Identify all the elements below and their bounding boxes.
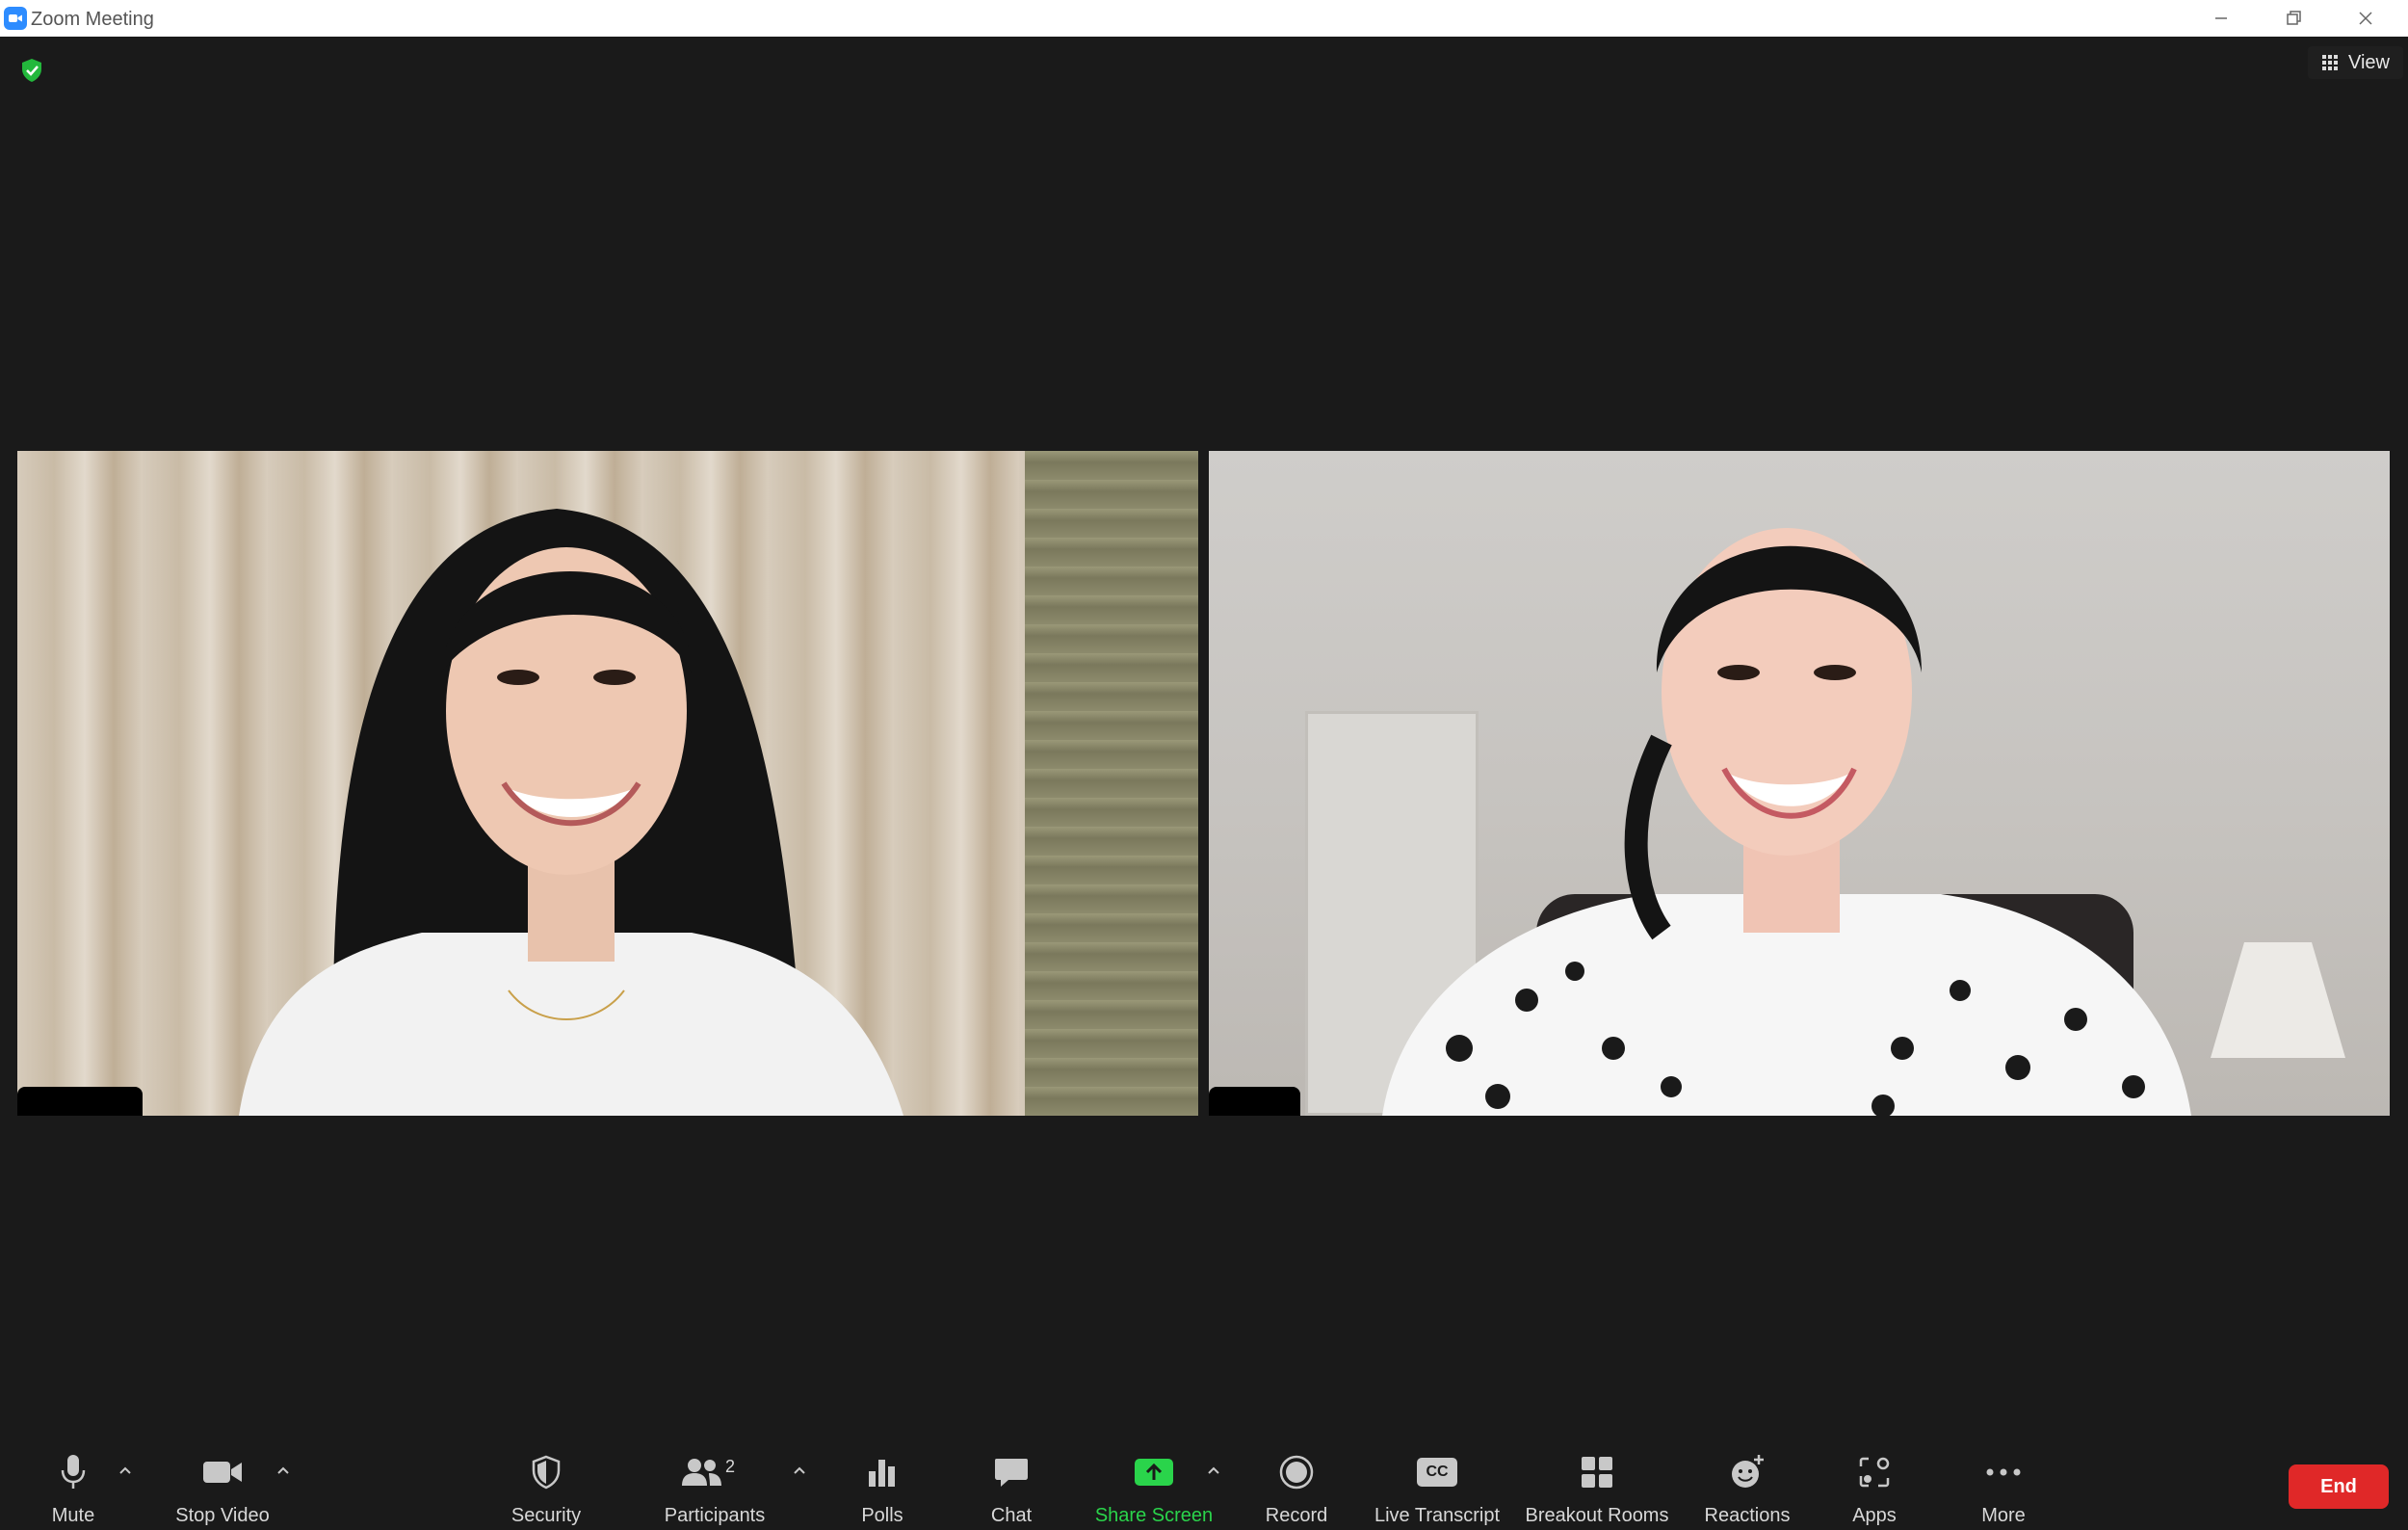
view-button[interactable]: View	[2308, 46, 2403, 79]
security-button[interactable]: Security	[503, 1436, 589, 1530]
title-bar: Zoom Meeting	[0, 0, 2408, 37]
share-screen-button[interactable]: Share Screen	[1090, 1436, 1217, 1530]
apps-label: Apps	[1852, 1505, 1897, 1526]
shield-check-icon[interactable]	[17, 56, 46, 85]
participant-video-image	[239, 509, 903, 1116]
participants-button[interactable]: 2 Participants	[657, 1436, 772, 1530]
view-label: View	[2348, 51, 2390, 73]
polls-button[interactable]: Polls	[848, 1436, 917, 1530]
more-label: More	[1981, 1505, 2026, 1526]
participant-name-redacted	[17, 1087, 143, 1116]
video-tile-participant-1[interactable]	[17, 451, 1198, 1116]
bar-chart-icon	[869, 1460, 895, 1487]
participant-name-redacted	[1209, 1087, 1300, 1116]
window-title: Zoom Meeting	[31, 9, 154, 30]
close-button[interactable]	[2331, 0, 2400, 37]
participants-options-chevron-up-icon[interactable]	[788, 1461, 811, 1480]
audio-options-chevron-up-icon[interactable]	[114, 1461, 137, 1480]
smiley-plus-icon	[1732, 1455, 1764, 1488]
stop-video-button[interactable]: Stop Video	[170, 1436, 275, 1530]
reactions-button[interactable]: Reactions	[1699, 1436, 1795, 1530]
ellipsis-icon	[1986, 1468, 2021, 1476]
minimize-button[interactable]	[2186, 0, 2256, 37]
more-button[interactable]: More	[1969, 1436, 2038, 1530]
video-camera-icon	[203, 1462, 242, 1483]
record-icon	[1279, 1455, 1314, 1490]
stop-video-label: Stop Video	[175, 1505, 270, 1526]
meeting-stage: View	[0, 37, 2408, 1436]
minimize-icon	[2215, 17, 2227, 19]
mute-label: Mute	[51, 1505, 95, 1526]
participants-label: Participants	[664, 1505, 766, 1526]
polls-label: Polls	[861, 1505, 903, 1526]
record-label: Record	[1265, 1505, 1328, 1526]
restore-icon	[2287, 11, 2301, 25]
share-options-chevron-up-icon[interactable]	[1202, 1461, 1225, 1480]
end-meeting-button[interactable]: End	[2289, 1464, 2389, 1509]
security-label: Security	[510, 1505, 582, 1526]
apps-icon	[1859, 1457, 1890, 1488]
share-screen-arrow-icon	[1135, 1459, 1173, 1486]
mute-button[interactable]: Mute	[39, 1436, 108, 1530]
closed-captions-icon: CC	[1417, 1458, 1457, 1487]
live-transcript-button[interactable]: CC Live Transcript	[1372, 1436, 1503, 1530]
microphone-icon	[61, 1455, 86, 1489]
chat-label: Chat	[990, 1505, 1033, 1526]
zoom-app-icon	[4, 7, 27, 30]
cc-badge-text: CC	[1426, 1464, 1449, 1480]
participants-count: 2	[725, 1457, 736, 1476]
live-transcript-label: Live Transcript	[1374, 1505, 1501, 1526]
meeting-toolbar: Mute Stop Video Security 2 Participants …	[0, 1436, 2408, 1530]
apps-button[interactable]: Apps	[1840, 1436, 1909, 1530]
participants-icon	[682, 1459, 721, 1486]
breakout-rooms-grid-icon	[1582, 1457, 1612, 1488]
record-button[interactable]: Record	[1262, 1436, 1331, 1530]
video-tile-participant-2[interactable]	[1209, 451, 2390, 1116]
chat-bubble-icon	[995, 1459, 1028, 1487]
reactions-label: Reactions	[1704, 1505, 1791, 1526]
security-shield-icon	[532, 1455, 561, 1490]
breakout-rooms-button[interactable]: Breakout Rooms	[1522, 1436, 1672, 1530]
share-screen-label: Share Screen	[1094, 1505, 1214, 1526]
breakout-rooms-label: Breakout Rooms	[1525, 1505, 1669, 1526]
participant-video-image	[1382, 528, 2191, 1116]
grid-icon	[2322, 55, 2338, 70]
restore-button[interactable]	[2259, 0, 2328, 37]
close-icon	[2359, 12, 2372, 25]
chat-button[interactable]: Chat	[977, 1436, 1046, 1530]
video-options-chevron-up-icon[interactable]	[272, 1461, 295, 1480]
